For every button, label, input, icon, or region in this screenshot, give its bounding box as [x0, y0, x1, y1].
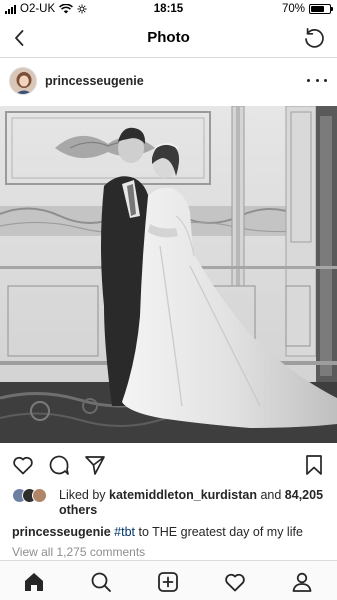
battery-icon: [309, 4, 333, 14]
refresh-icon[interactable]: [301, 25, 327, 51]
likes-and: and: [256, 488, 285, 502]
wedding-photo-image: [0, 106, 337, 443]
heart-icon[interactable]: [11, 453, 35, 477]
likes-row: Liked by katemiddleton_kurdistan and 84,…: [12, 488, 332, 520]
battery-percent: 70%: [281, 3, 305, 15]
caption-hashtag[interactable]: #tbt: [114, 525, 135, 539]
activity-heart-icon[interactable]: [223, 570, 247, 594]
more-icon[interactable]: [307, 72, 327, 88]
bottom-tab-bar: [0, 560, 337, 600]
caption-text: to THE greatest day of my life: [135, 525, 303, 539]
comment-icon[interactable]: [47, 453, 71, 477]
page-title: Photo: [147, 29, 190, 46]
status-bar: O2-UK 18:15 70%: [0, 0, 337, 20]
add-post-icon[interactable]: [156, 570, 180, 594]
caption: princesseugenie #tbt to THE greatest day…: [12, 525, 332, 540]
search-icon[interactable]: [89, 570, 113, 594]
post-header: princesseugenie: [0, 58, 337, 106]
nav-header: Photo: [0, 20, 337, 58]
home-icon[interactable]: [22, 570, 46, 594]
post-photo[interactable]: [0, 106, 337, 443]
view-comments-link[interactable]: View all 1,275 comments: [12, 545, 145, 559]
profile-icon[interactable]: [290, 570, 314, 594]
caption-username[interactable]: princesseugenie: [12, 525, 111, 539]
send-icon[interactable]: [83, 453, 107, 477]
status-right: 70%: [281, 3, 333, 15]
likes-text: Liked by katemiddleton_kurdistan and 84,…: [59, 488, 332, 518]
avatar[interactable]: [9, 67, 37, 95]
liker-avatar: [32, 488, 47, 503]
liker-username[interactable]: katemiddleton_kurdistan: [109, 488, 257, 502]
avatar-image: [10, 68, 36, 94]
action-bar: [0, 443, 337, 487]
post-username[interactable]: princesseugenie: [45, 74, 144, 88]
bookmark-icon[interactable]: [302, 453, 326, 477]
liked-by-avatars[interactable]: [12, 488, 56, 504]
likes-prefix: Liked by: [59, 488, 110, 502]
battery-level: [311, 6, 324, 12]
